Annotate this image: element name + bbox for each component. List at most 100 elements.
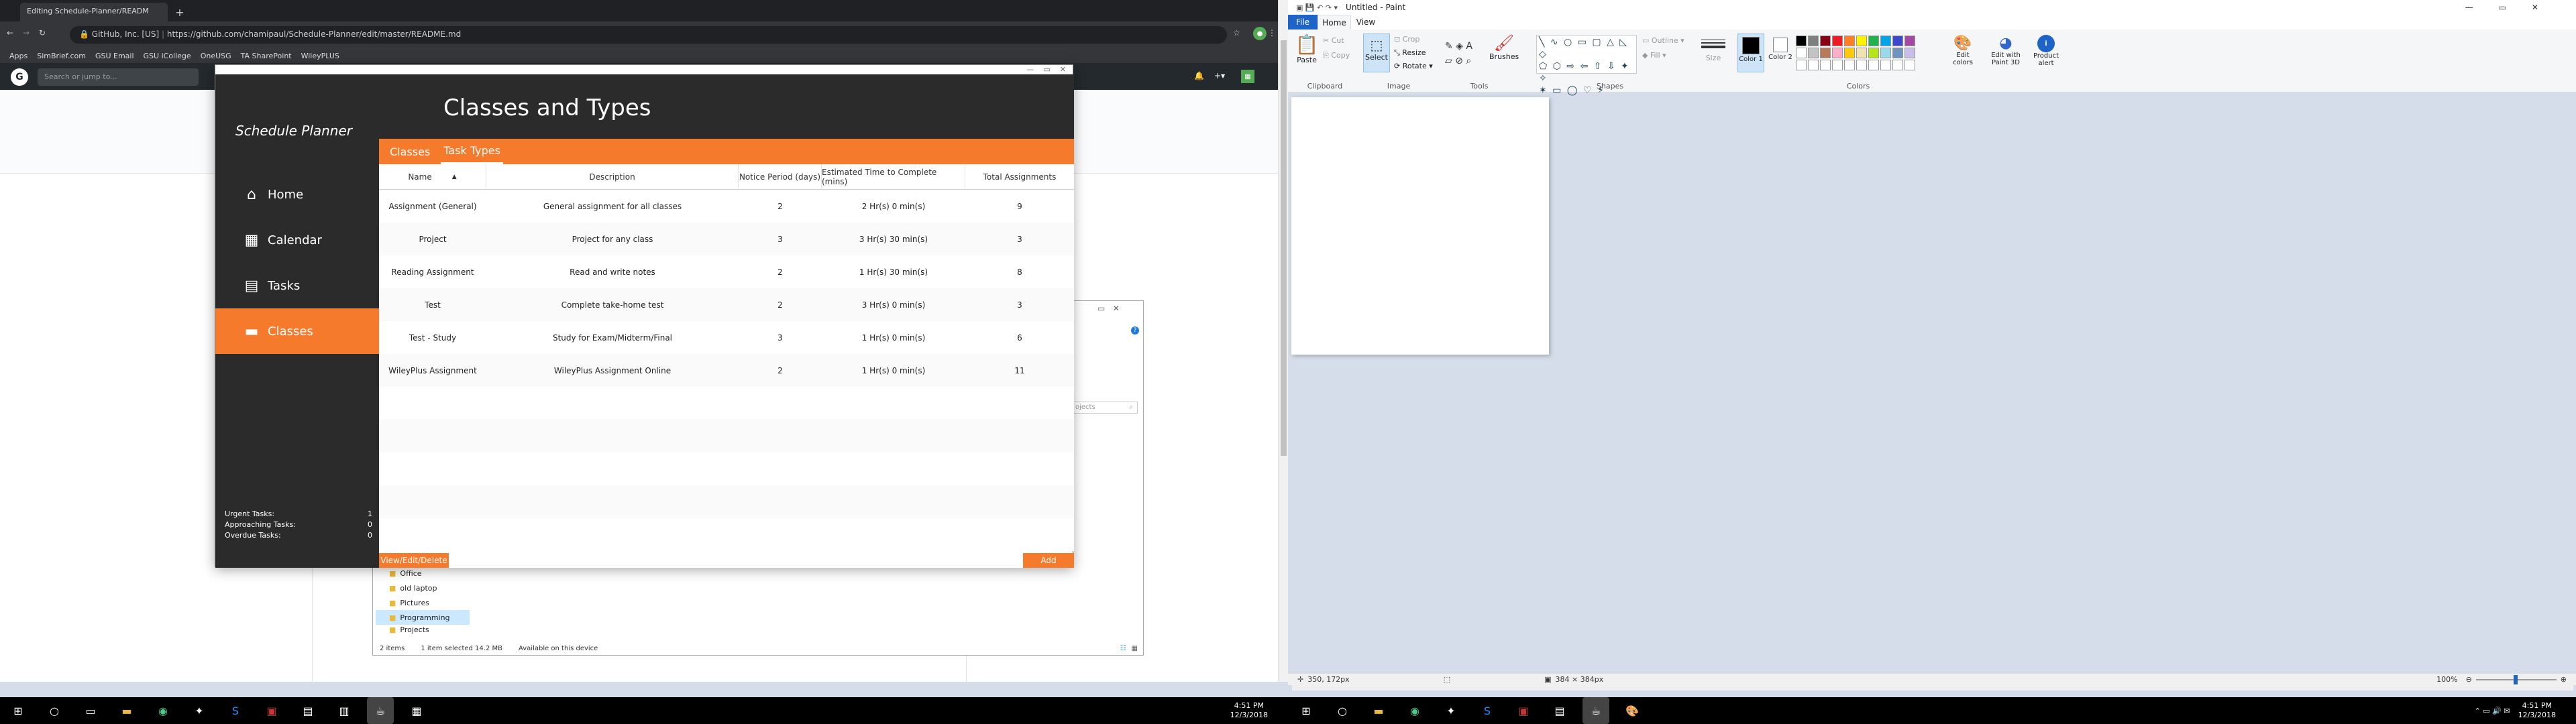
color-swatch[interactable]: [1892, 36, 1903, 46]
color1-button[interactable]: Color 1: [1737, 34, 1764, 72]
col-total-assignments[interactable]: Total Assignments: [965, 164, 1074, 190]
profile-avatar[interactable]: ●: [1253, 27, 1267, 40]
paste-button[interactable]: 📋 Paste: [1293, 34, 1320, 64]
tiles-view-icon[interactable]: ▦: [1132, 645, 1138, 652]
task-view-icon[interactable]: ▭: [77, 697, 104, 724]
eraser-icon[interactable]: ▱: [1445, 56, 1452, 66]
fill-dropdown[interactable]: ◆ Fill ▾: [1642, 51, 1666, 60]
window-controls[interactable]: —▭✕: [2465, 3, 2564, 12]
bookmark-ta-sharepoint[interactable]: TA SharePoint: [241, 52, 292, 60]
file-menu[interactable]: File: [1288, 15, 1318, 29]
color-swatch[interactable]: [1808, 36, 1819, 46]
picker-icon[interactable]: ⊘: [1455, 56, 1463, 66]
magnifier-icon[interactable]: ⌕: [1466, 56, 1471, 66]
color2-button[interactable]: Color 2: [1767, 34, 1794, 61]
brushes-button[interactable]: 🖌 Brushes: [1489, 34, 1519, 61]
zoom-slider[interactable]: [2475, 674, 2557, 684]
app-icon[interactable]: ▦: [403, 697, 430, 724]
chrome-icon[interactable]: ◉: [1401, 697, 1428, 724]
app-icon[interactable]: ▣: [258, 697, 285, 724]
text-icon[interactable]: A: [1466, 41, 1472, 52]
tree-item[interactable]: ■ old laptop: [376, 581, 470, 595]
table-row[interactable]: Test Complete take-home test 2 3 Hr(s) 0 mi…: [379, 288, 1074, 321]
edit-paint3d-button[interactable]: ◕ Edit with Paint 3D: [1986, 35, 2026, 66]
custom-color-swatch[interactable]: [1856, 60, 1867, 70]
color-swatch[interactable]: [1868, 36, 1879, 46]
skype-icon[interactable]: S: [222, 697, 249, 724]
tab-classes[interactable]: Classes: [387, 139, 433, 164]
zoom-out-icon[interactable]: ⊖: [2466, 675, 2472, 684]
color-swatch[interactable]: [1820, 36, 1831, 46]
color-swatch[interactable]: [1904, 36, 1915, 46]
skype-icon[interactable]: S: [1474, 697, 1501, 724]
outline-dropdown[interactable]: ▭ Outline ▾: [1642, 36, 1684, 45]
cut-button[interactable]: ✂ Cut: [1323, 36, 1344, 45]
color-swatch[interactable]: [1820, 48, 1831, 58]
select-button[interactable]: ⬚ Select: [1363, 34, 1390, 72]
custom-color-swatch[interactable]: [1880, 60, 1891, 70]
user-avatar[interactable]: ▦: [1241, 70, 1254, 83]
view-tab[interactable]: View: [1351, 15, 1381, 29]
fill-icon[interactable]: ◈: [1456, 41, 1463, 52]
custom-color-swatch[interactable]: [1808, 60, 1819, 70]
bookmark-oneusg[interactable]: OneUSG: [201, 52, 231, 60]
app-icon[interactable]: ▤: [294, 697, 321, 724]
java-app-icon[interactable]: ☕: [1582, 697, 1609, 724]
app-icon[interactable]: ✦: [1438, 697, 1464, 724]
tree-item[interactable]: ■ Projects: [376, 625, 470, 634]
paint-icon[interactable]: 🎨: [1619, 697, 1646, 724]
pencil-icon[interactable]: ✎: [1445, 41, 1453, 52]
rotate-button[interactable]: ⟳ Rotate ▾: [1394, 62, 1433, 70]
shapes-gallery[interactable]: ╲ ∿ ○ ▭ ▢ △ ◺ ◇ ⬠ ⬡ ⇨ ⇦ ⇧ ⇩ ✦ ✧ ✶ ▭ ◯ ♡ ⚡: [1536, 35, 1637, 96]
custom-color-swatch[interactable]: [1820, 60, 1831, 70]
color-swatch[interactable]: [1904, 48, 1915, 58]
reload-icon[interactable]: ↻: [39, 28, 46, 38]
col-name[interactable]: Name ▲: [379, 164, 486, 190]
zoom-thumb[interactable]: [2513, 674, 2518, 684]
chrome-icon[interactable]: ◉: [150, 697, 176, 724]
table-row[interactable]: Reading Assignment Read and write notes 2 1…: [379, 255, 1074, 288]
file-explorer-icon[interactable]: ▬: [1365, 697, 1392, 724]
bookmark-wileyplus[interactable]: WileyPLUS: [301, 52, 339, 60]
tree-item-selected[interactable]: ■ Programming: [376, 610, 470, 625]
table-row[interactable]: Test - Study Study for Exam/Midterm/Final…: [379, 321, 1074, 354]
app-icon[interactable]: ▤: [1546, 697, 1573, 724]
search-icon[interactable]: ○: [41, 697, 68, 724]
custom-color-swatch[interactable]: [1904, 60, 1915, 70]
color-swatch[interactable]: [1844, 36, 1855, 46]
bookmark-apps[interactable]: Apps: [9, 52, 28, 60]
nav-classes[interactable]: ▬ Classes: [215, 308, 379, 354]
address-bar[interactable]: 🔒 GitHub, Inc. [US] | https://github.com…: [70, 26, 1227, 44]
color-swatch[interactable]: [1880, 48, 1891, 58]
back-icon[interactable]: ←: [7, 28, 13, 38]
nav-calendar[interactable]: ▦ Calendar: [215, 217, 379, 263]
details-view-icon[interactable]: ☷: [1120, 645, 1126, 652]
star-icon[interactable]: ☆: [1233, 28, 1240, 38]
color-swatch[interactable]: [1796, 36, 1807, 46]
app-icon[interactable]: ▣: [1510, 697, 1537, 724]
custom-color-swatch[interactable]: [1796, 60, 1807, 70]
window-controls[interactable]: ▭ ✕: [1097, 304, 1138, 313]
start-icon[interactable]: ⊞: [5, 697, 32, 724]
tree-item[interactable]: ■ Pictures: [376, 595, 470, 610]
color-swatch[interactable]: [1856, 36, 1867, 46]
color-swatch[interactable]: [1796, 48, 1807, 58]
view-edit-delete-button[interactable]: View/Edit/Delete: [379, 553, 449, 568]
java-app-icon[interactable]: ☕: [367, 697, 394, 724]
crop-button[interactable]: ⊡ Crop: [1394, 35, 1419, 44]
bell-icon[interactable]: 🔔: [1194, 71, 1204, 80]
zoom-in-icon[interactable]: ⊕: [2561, 675, 2567, 684]
quick-access-icons[interactable]: ▣ 💾 ↶ ↷ ▾: [1296, 3, 1338, 12]
bookmark-gsu-email[interactable]: GSU Email: [95, 52, 134, 60]
tab-task-types[interactable]: Task Types: [441, 139, 503, 164]
edit-colors-button[interactable]: 🎨 Edit colors: [1948, 35, 1978, 66]
clock-right[interactable]: 4:51 PM 12/3/2018: [2518, 701, 2556, 720]
clock-left[interactable]: 4:51 PM 12/3/2018: [1230, 701, 1268, 720]
nav-home[interactable]: ⌂ Home: [215, 172, 379, 217]
new-tab-icon[interactable]: +: [173, 5, 186, 19]
home-tab[interactable]: Home: [1318, 15, 1351, 29]
copy-button[interactable]: ⎘ Copy: [1323, 51, 1350, 60]
color-swatch[interactable]: [1844, 48, 1855, 58]
search-input[interactable]: ojects ⌕: [1071, 402, 1138, 414]
forward-icon[interactable]: →: [23, 28, 30, 38]
